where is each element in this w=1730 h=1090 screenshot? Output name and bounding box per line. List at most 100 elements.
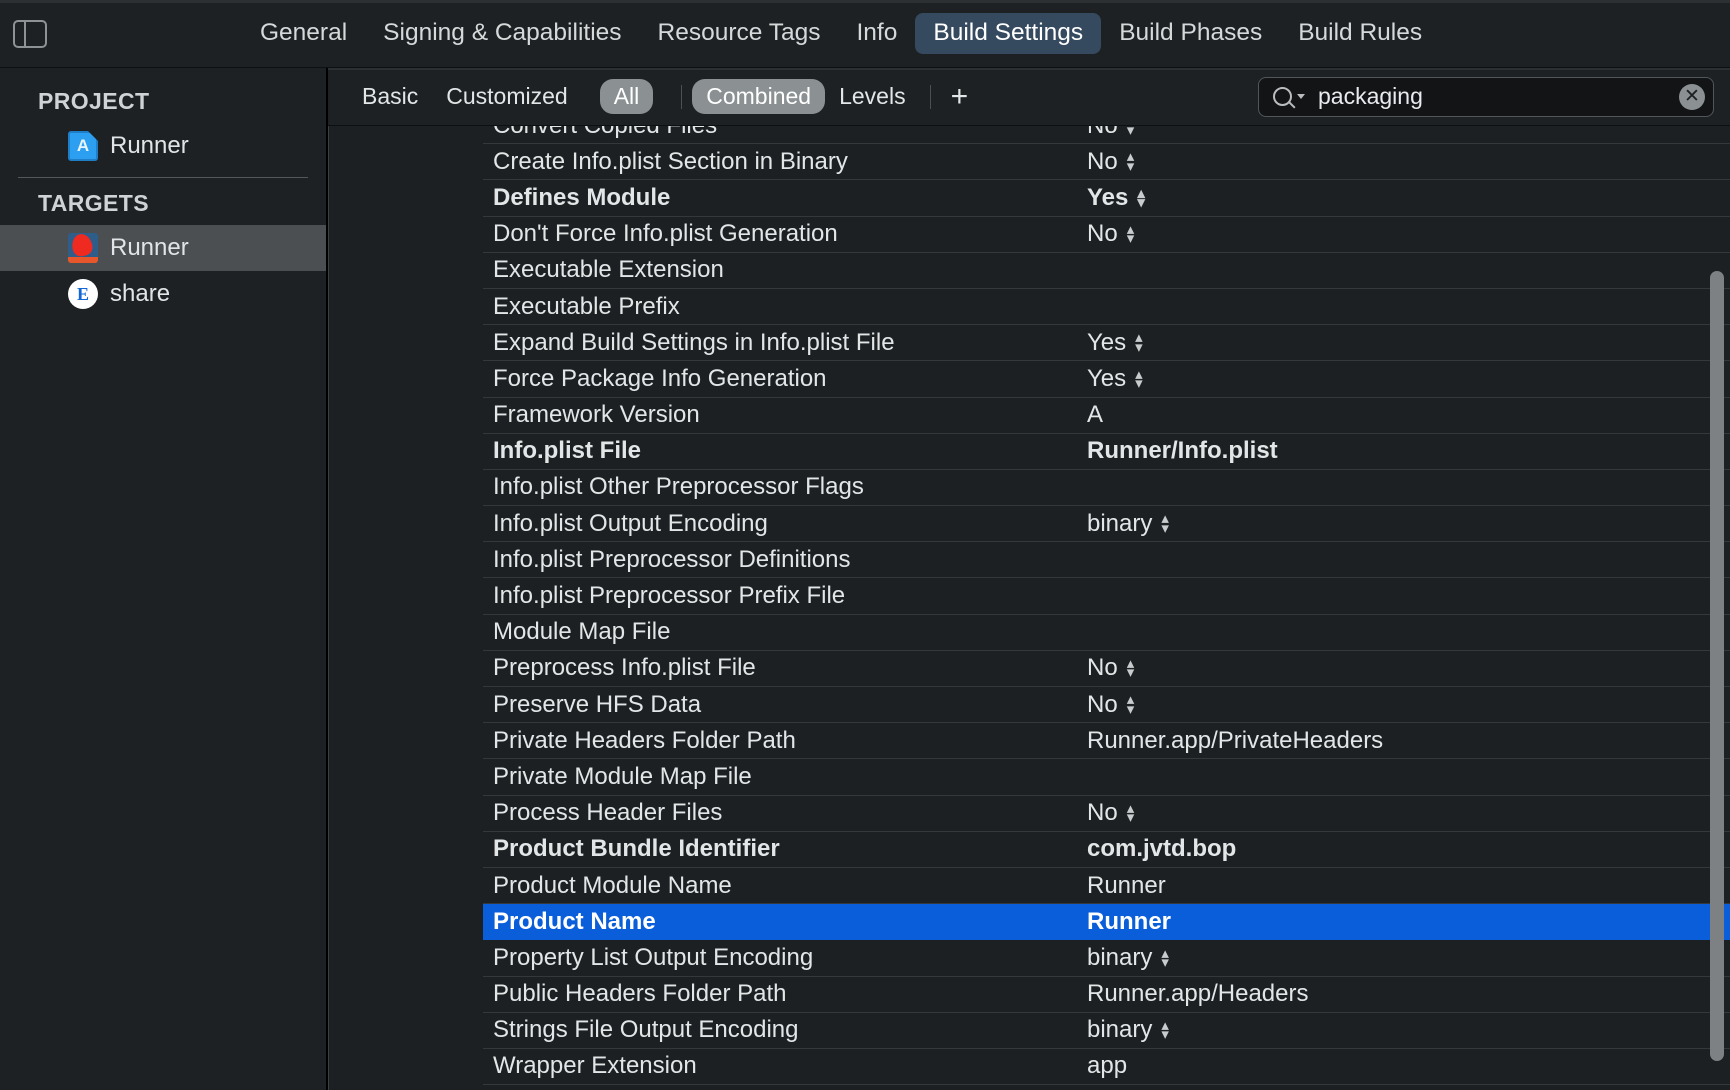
build-setting-value: No: [1087, 126, 1118, 140]
build-setting-row[interactable]: Strings File Output Encodingbinary▴▾: [483, 1013, 1730, 1049]
build-setting-row[interactable]: Force Package Info GenerationYes▴▾: [483, 361, 1730, 397]
build-setting-row[interactable]: Property List Output Encodingbinary▴▾: [483, 940, 1730, 976]
value-stepper-icon[interactable]: ▴▾: [1161, 514, 1169, 533]
build-settings-search-field[interactable]: packaging ✕: [1258, 77, 1714, 117]
add-build-setting-button[interactable]: +: [941, 82, 979, 112]
chevron-down-icon[interactable]: [1297, 94, 1305, 99]
value-stepper-icon[interactable]: ▴▾: [1127, 225, 1135, 244]
build-setting-row[interactable]: Expand Build Settings in Info.plist File…: [483, 325, 1730, 361]
project-navigator-sidebar: PROJECTRunnerTARGETSRunnerEshare: [0, 68, 328, 1090]
build-setting-value: Yes: [1087, 184, 1128, 212]
value-stepper-icon[interactable]: ▴▾: [1127, 695, 1135, 714]
build-setting-value-cell[interactable]: No ▴▾: [1063, 126, 1730, 140]
value-stepper-icon[interactable]: ▴▾: [1127, 804, 1135, 823]
filter-segment-levels[interactable]: Levels: [825, 79, 919, 114]
value-stepper-icon[interactable]: ▴▾: [1127, 152, 1135, 171]
build-setting-name: Expand Build Settings in Info.plist File: [483, 329, 1063, 357]
extension-letter: E: [77, 284, 89, 305]
tab-build-phases[interactable]: Build Phases: [1101, 13, 1280, 54]
sidebar-toggle-icon[interactable]: [13, 20, 47, 48]
build-setting-value-cell[interactable]: Yes ▴▾: [1063, 184, 1730, 212]
filter-segment-combined[interactable]: Combined: [692, 79, 825, 114]
build-setting-value: Yes: [1087, 329, 1126, 357]
build-setting-value-cell[interactable]: No ▴▾: [1063, 799, 1730, 827]
tab-general[interactable]: General: [242, 13, 365, 54]
build-setting-value-cell[interactable]: Yes ▴▾: [1063, 329, 1730, 357]
build-setting-value: Runner.app/Headers: [1087, 980, 1308, 1008]
filter-segment-customized[interactable]: Customized: [432, 79, 581, 114]
build-setting-value-cell[interactable]: Yes▴▾: [1063, 365, 1730, 393]
value-stepper-icon[interactable]: ▴▾: [1127, 126, 1135, 135]
build-setting-row[interactable]: Product NameRunner: [483, 904, 1730, 940]
build-setting-value-cell[interactable]: No▴▾: [1063, 691, 1730, 719]
build-setting-value-cell[interactable]: Runner: [1063, 908, 1730, 936]
build-settings-table: Convert Copied FilesNo▴▾Create Info.plis…: [328, 126, 1730, 1090]
sidebar-item-runner[interactable]: Runner: [0, 123, 326, 169]
build-setting-row[interactable]: Info.plist Output Encodingbinary▴▾: [483, 506, 1730, 542]
build-setting-value-cell[interactable]: app: [1063, 1052, 1730, 1080]
build-setting-value-cell[interactable]: binary ▴▾: [1063, 510, 1730, 538]
filter-segment-all[interactable]: All: [600, 79, 654, 114]
build-setting-row[interactable]: Create Info.plist Section in BinaryNo▴▾: [483, 144, 1730, 180]
build-setting-row[interactable]: Wrapper Extensionapp: [483, 1049, 1730, 1085]
build-setting-value-cell[interactable]: Runner/Info.plist: [1063, 437, 1730, 465]
build-setting-row[interactable]: Info.plist Preprocessor Prefix File: [483, 578, 1730, 614]
build-setting-row[interactable]: Product Bundle Identifiercom.jvtd.bop: [483, 832, 1730, 868]
build-setting-row[interactable]: Framework VersionA: [483, 398, 1730, 434]
build-setting-row[interactable]: Defines ModuleYes▴▾: [483, 180, 1730, 216]
tab-signing-capabilities[interactable]: Signing & Capabilities: [365, 13, 639, 54]
table-left-divider: [328, 126, 329, 1090]
sidebar-item-runner[interactable]: Runner: [0, 225, 326, 271]
build-setting-row[interactable]: Private Module Map File: [483, 759, 1730, 795]
build-setting-value-cell[interactable]: binary▴▾: [1063, 1016, 1730, 1044]
build-setting-row[interactable]: Don't Force Info.plist GenerationNo▴▾: [483, 217, 1730, 253]
build-setting-row[interactable]: Module Map File: [483, 615, 1730, 651]
scrollbar-thumb[interactable]: [1710, 271, 1724, 1061]
build-setting-row[interactable]: Product Module NameRunner: [483, 868, 1730, 904]
clear-search-icon[interactable]: ✕: [1679, 84, 1705, 110]
build-setting-row[interactable]: Process Header FilesNo▴▾: [483, 796, 1730, 832]
build-setting-value-cell[interactable]: A: [1063, 401, 1730, 429]
build-setting-row[interactable]: Preprocess Info.plist FileNo▴▾: [483, 651, 1730, 687]
build-setting-value: binary: [1087, 944, 1152, 972]
build-setting-value: No: [1087, 799, 1118, 827]
build-setting-value-cell[interactable]: com.jvtd.bop: [1063, 835, 1730, 863]
search-field-wrapper: packaging ✕: [1258, 77, 1714, 117]
build-setting-name: Wrapper Extension: [483, 1052, 1063, 1080]
build-setting-row[interactable]: Public Headers Folder PathRunner.app/Hea…: [483, 977, 1730, 1013]
build-setting-name: Executable Extension: [483, 256, 1063, 284]
filter-segments: BasicCustomized All CombinedLevels: [348, 79, 941, 114]
value-stepper-icon[interactable]: ▴▾: [1127, 659, 1135, 678]
value-stepper-icon[interactable]: ▴▾: [1137, 189, 1145, 208]
value-stepper-icon[interactable]: ▴▾: [1161, 949, 1169, 968]
build-setting-value-cell[interactable]: Runner.app/Headers: [1063, 980, 1730, 1008]
build-setting-value-cell[interactable]: binary ▴▾: [1063, 944, 1730, 972]
build-setting-value-cell[interactable]: No▴▾: [1063, 654, 1730, 682]
sidebar-item-label: Runner: [110, 132, 189, 160]
build-setting-row[interactable]: Convert Copied FilesNo▴▾: [483, 126, 1730, 144]
tab-build-rules[interactable]: Build Rules: [1280, 13, 1440, 54]
vertical-scrollbar[interactable]: [1710, 126, 1724, 1090]
build-setting-row[interactable]: Info.plist Other Preprocessor Flags: [483, 470, 1730, 506]
build-setting-row[interactable]: Info.plist Preprocessor Definitions: [483, 542, 1730, 578]
tab-info[interactable]: Info: [839, 13, 916, 54]
build-setting-value-cell[interactable]: Runner.app/PrivateHeaders: [1063, 727, 1730, 755]
sidebar-section-header: TARGETS: [0, 182, 326, 225]
value-stepper-icon[interactable]: ▴▾: [1161, 1021, 1169, 1040]
build-setting-row[interactable]: Executable Prefix: [483, 289, 1730, 325]
build-setting-value-cell[interactable]: Runner: [1063, 872, 1730, 900]
value-stepper-icon[interactable]: ▴▾: [1135, 333, 1143, 352]
search-input-value[interactable]: packaging: [1318, 83, 1423, 110]
tab-build-settings[interactable]: Build Settings: [915, 13, 1101, 54]
tab-resource-tags[interactable]: Resource Tags: [640, 13, 839, 54]
build-setting-row[interactable]: Private Headers Folder PathRunner.app/Pr…: [483, 723, 1730, 759]
build-setting-row[interactable]: Preserve HFS DataNo▴▾: [483, 687, 1730, 723]
build-setting-row[interactable]: Info.plist FileRunner/Info.plist: [483, 434, 1730, 470]
filter-segment-basic[interactable]: Basic: [348, 79, 432, 114]
build-setting-value-cell[interactable]: No▴▾: [1063, 220, 1730, 248]
value-stepper-icon[interactable]: ▴▾: [1135, 370, 1143, 389]
sidebar-item-share[interactable]: Eshare: [0, 271, 326, 317]
build-setting-value-cell[interactable]: No▴▾: [1063, 148, 1730, 176]
build-setting-row[interactable]: Executable Extension: [483, 253, 1730, 289]
build-setting-value: binary: [1087, 510, 1152, 538]
